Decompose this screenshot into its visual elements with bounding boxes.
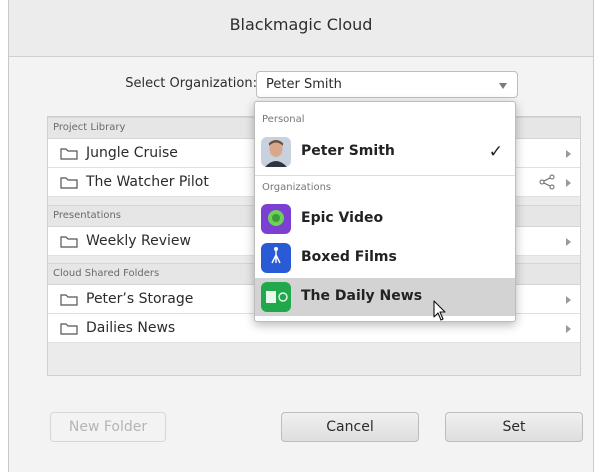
section-label: Project Library <box>53 122 126 133</box>
folder-icon <box>60 323 78 335</box>
new-folder-button[interactable]: New Folder <box>50 412 166 442</box>
checkmark-icon: ✓ <box>488 142 503 162</box>
folder-icon <box>60 148 78 160</box>
menu-item-label: Boxed Films <box>301 249 397 265</box>
cancel-button[interactable]: Cancel <box>281 412 419 442</box>
folder-icon <box>60 236 78 248</box>
menu-item-boxed-films[interactable]: Boxed Films <box>255 239 515 277</box>
user-avatar-icon <box>261 137 291 167</box>
select-organization-label: Select Organization: <box>125 76 257 91</box>
menu-item-the-daily-news[interactable]: The Daily News <box>255 278 515 316</box>
personal-header: Personal <box>262 114 305 125</box>
chevron-right-icon[interactable] <box>566 296 571 304</box>
set-button[interactable]: Set <box>445 412 583 442</box>
section-label: Presentations <box>53 210 122 221</box>
list-item-label: Dailies News <box>86 320 176 336</box>
daily-news-logo-icon <box>261 282 291 312</box>
list-item-label: Jungle Cruise <box>86 145 178 161</box>
menu-item-peter-smith[interactable]: Peter Smith ✓ <box>255 133 515 171</box>
organization-select[interactable]: Peter Smith <box>256 71 518 98</box>
menu-item-label: The Daily News <box>301 288 423 304</box>
title-bar: Blackmagic Cloud <box>9 0 593 57</box>
list-item-label: The Watcher Pilot <box>86 174 209 190</box>
organization-dropdown-menu: Personal Peter Smith ✓ Organizations Epi… <box>254 101 516 322</box>
list-item-label: Weekly Review <box>86 233 191 249</box>
menu-item-label: Peter Smith <box>301 143 395 159</box>
chevron-down-icon <box>499 83 507 89</box>
epic-video-logo-icon <box>261 204 291 234</box>
menu-item-epic-video[interactable]: Epic Video <box>255 200 515 238</box>
folder-icon <box>60 294 78 306</box>
organizations-header: Organizations <box>262 182 332 193</box>
chevron-right-icon[interactable] <box>566 325 571 333</box>
list-item-label: Peter’s Storage <box>86 291 194 307</box>
folder-icon <box>60 177 78 189</box>
organization-select-value: Peter Smith <box>266 77 342 92</box>
mouse-pointer-icon <box>433 300 446 321</box>
dialog-title: Blackmagic Cloud <box>229 15 373 34</box>
menu-item-label: Epic Video <box>301 210 384 226</box>
chevron-right-icon[interactable] <box>566 150 571 158</box>
chevron-right-icon[interactable] <box>566 238 571 246</box>
share-icon[interactable] <box>538 174 556 190</box>
boxed-films-logo-icon <box>261 243 291 273</box>
section-label: Cloud Shared Folders <box>53 268 160 279</box>
menu-divider <box>255 175 515 176</box>
chevron-right-icon[interactable] <box>566 179 571 187</box>
